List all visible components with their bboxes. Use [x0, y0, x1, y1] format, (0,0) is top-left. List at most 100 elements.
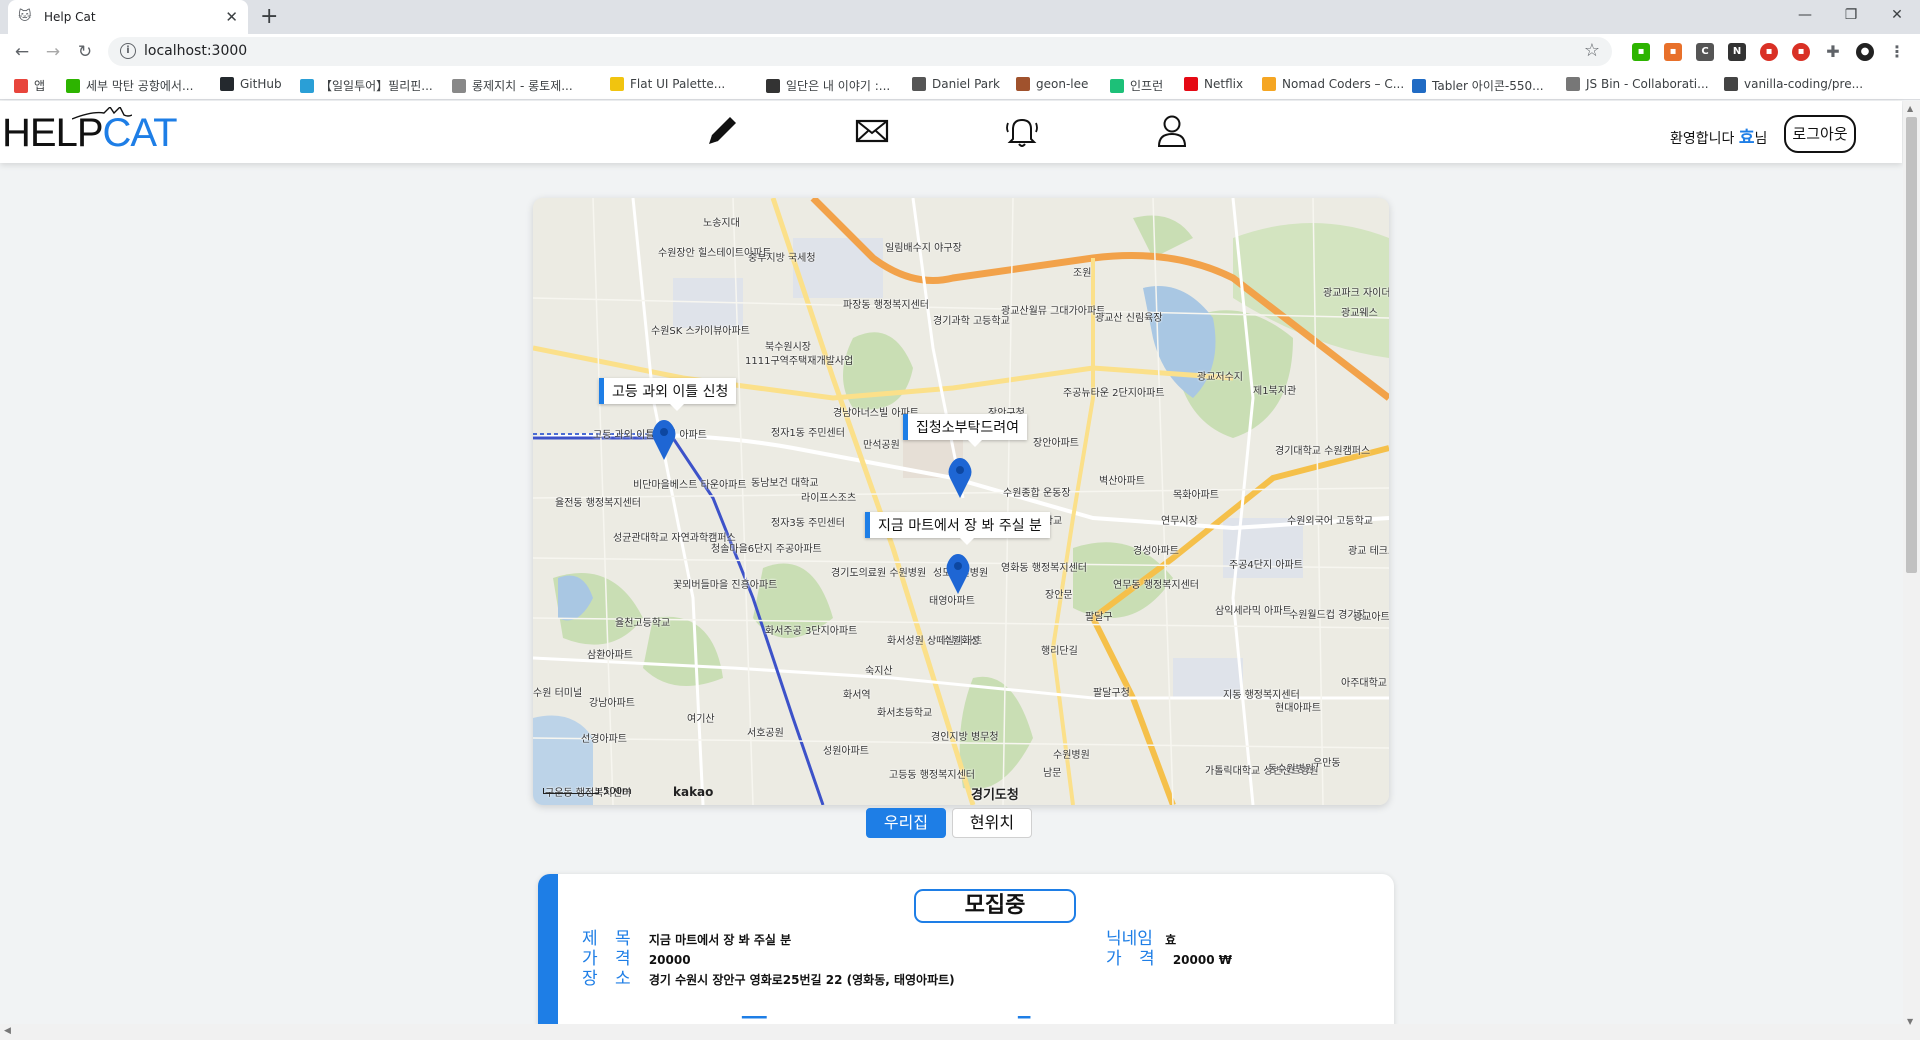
bookmark-item[interactable]: 【일일투어】필리핀...: [300, 77, 433, 94]
bookmark-favicon-icon: [300, 78, 314, 93]
scroll-left-icon[interactable]: ◀: [4, 1026, 11, 1036]
mail-icon[interactable]: [852, 113, 892, 149]
map-place-label: 광교웨스: [1341, 308, 1378, 319]
bookmark-item[interactable]: vanilla-coding/pre...: [1724, 77, 1863, 91]
address-bar[interactable]: i localhost:3000 ☆: [108, 37, 1612, 66]
map-scale: 500m: [543, 786, 632, 797]
close-window-icon[interactable]: ✕: [1874, 0, 1920, 34]
vertical-scrollbar[interactable]: ▲ ▼: [1903, 101, 1920, 1040]
bookmark-item[interactable]: GitHub: [220, 77, 282, 91]
map-place-label: 청솔마을6단지 주공아파트: [711, 544, 822, 555]
info-window-marker-1[interactable]: 고등 과외 이틀 신청: [599, 378, 737, 411]
extension-icon[interactable]: C: [1696, 43, 1714, 61]
bookmark-label: Tabler 아이콘-550...: [1432, 79, 1544, 93]
map-place-label: 아주대학교: [1341, 678, 1387, 689]
map-place-label: 광교산월뮤 그대가아파트: [1001, 306, 1106, 317]
user-nickname: 효: [1738, 128, 1755, 148]
map-place-label: 동남보건 대학교: [751, 478, 819, 489]
bookmark-favicon-icon: [1184, 77, 1198, 91]
minimize-icon[interactable]: —: [1782, 0, 1828, 34]
kakao-map[interactable]: 노송지대 수원장안 힐스테이트아파트 중부지방 국세청 일림배수지 야구장 파장동 행정…: [533, 198, 1389, 805]
menu-kebab-icon[interactable]: ⋮: [1888, 43, 1906, 61]
bookmark-item[interactable]: Flat UI Palette...: [610, 77, 725, 91]
scrollbar-thumb[interactable]: [1906, 117, 1917, 573]
bookmark-item[interactable]: 일단은 내 이야기 :...: [766, 77, 890, 94]
extension-icon[interactable]: N: [1728, 43, 1746, 61]
bookmark-item[interactable]: 세부 막탄 공항에서...: [66, 77, 193, 94]
bookmark-item[interactable]: 앱: [14, 77, 45, 94]
bookmark-item[interactable]: Tabler 아이콘-550...: [1412, 77, 1544, 94]
logout-button[interactable]: 로그아웃: [1784, 115, 1856, 153]
info-window-marker-2[interactable]: 집청소부탁드려여: [903, 414, 1028, 447]
request-card[interactable]: 모집중 제 목 지금 마트에서 장 봐 주실 분 가 격 20000 장 소 경…: [538, 874, 1394, 1040]
map-place-label: 동수원병원: [1268, 764, 1314, 775]
map-place-label: 꽃뫼버들마을 진흥아파트: [673, 580, 778, 591]
bookmark-item[interactable]: Nomad Coders – C...: [1262, 77, 1404, 91]
info-window-marker-3[interactable]: 지금 마트에서 장 봐 주실 분: [865, 512, 1050, 545]
map-place-label: 태영아파트: [929, 596, 975, 607]
puzzle-icon[interactable]: ✚: [1824, 43, 1842, 61]
map-marker-icon[interactable]: [651, 420, 677, 460]
map-place-label: 여기산: [687, 714, 715, 725]
card-place-row: 장 소 경기 수원시 장안구 영화로25번길 22 (영화동, 태영아파트): [582, 964, 955, 989]
bookmark-label: vanilla-coding/pre...: [1744, 77, 1864, 91]
price2-value: 20000 ₩: [1172, 953, 1232, 967]
map-place-label: 율천고등학교: [615, 618, 671, 629]
bookmark-item[interactable]: JS Bin - Collaborati...: [1566, 77, 1709, 91]
new-tab-icon[interactable]: +: [260, 4, 278, 29]
extension-icon[interactable]: ▪: [1792, 43, 1810, 61]
bookmark-favicon-icon: [912, 77, 926, 91]
pencil-icon[interactable]: [702, 113, 742, 149]
map-place-label: 정자3동 주민센터: [771, 518, 845, 529]
browser-toolbar: ← → ↻ i localhost:3000 ☆ ▪ ▪ C N ▪ ▪ ✚ ●…: [0, 34, 1920, 70]
bookmark-item[interactable]: Daniel Park: [912, 77, 1000, 91]
horizontal-scrollbar[interactable]: ◀: [0, 1024, 1903, 1040]
close-tab-icon[interactable]: ✕: [225, 8, 238, 26]
current-location-button[interactable]: 현위치: [952, 808, 1032, 838]
bookmark-label: Netflix: [1204, 77, 1244, 91]
cat-favicon-icon: 🐱: [18, 9, 32, 24]
forward-icon[interactable]: →: [41, 40, 65, 64]
site-info-icon[interactable]: i: [120, 43, 136, 59]
map-marker-icon[interactable]: [945, 554, 971, 594]
map-place-label: 경기도의료원 수원병원: [831, 568, 927, 579]
map-place-label: 경기과학 고등학교: [933, 316, 1010, 327]
bookmark-favicon-icon: [1262, 77, 1276, 91]
bookmark-label: 일단은 내 이야기 :...: [786, 79, 891, 93]
bookmark-item[interactable]: Netflix: [1184, 77, 1243, 91]
back-icon[interactable]: ←: [10, 40, 34, 64]
user-icon[interactable]: [1152, 113, 1192, 149]
extension-icon[interactable]: ▪: [1760, 43, 1778, 61]
bookmark-label: Nomad Coders – C...: [1282, 77, 1405, 91]
helpcat-logo[interactable]: HELPCAT: [2, 107, 178, 153]
bookmark-label: 롱제지치 - 롱토제...: [472, 79, 573, 93]
bookmark-favicon-icon: [1110, 78, 1124, 93]
bookmark-favicon-icon: [1566, 77, 1580, 91]
bookmark-item[interactable]: 인프런: [1110, 77, 1163, 94]
scroll-up-icon[interactable]: ▲: [1907, 104, 1913, 113]
map-place-label: 장안아파트: [1033, 438, 1079, 449]
extension-icon[interactable]: ▪: [1632, 43, 1650, 61]
honorific-text: 님: [1754, 131, 1768, 147]
map-place-label: 벽산아파트: [1099, 476, 1145, 487]
browser-tab[interactable]: 🐱 Help Cat ✕: [8, 0, 248, 34]
app-header: HELPCAT 환영합니다 효님 로그아웃: [0, 101, 1902, 163]
bookmark-item[interactable]: 롱제지치 - 롱토제...: [452, 77, 573, 94]
tab-title: Help Cat: [44, 10, 96, 24]
card-price2-row: 가 격 20000 ₩: [1106, 944, 1232, 969]
home-location-button[interactable]: 우리집: [866, 808, 946, 838]
extension-icon[interactable]: ▪: [1664, 43, 1682, 61]
bookmark-item[interactable]: geon-lee: [1016, 77, 1088, 91]
bookmark-favicon-icon: [66, 78, 80, 93]
map-place-label: 서호공원: [747, 728, 784, 739]
map-place-label: 수원화성: [943, 636, 980, 647]
bell-icon[interactable]: [1002, 113, 1042, 149]
scale-label: 500m: [603, 786, 632, 797]
reload-icon[interactable]: ↻: [73, 40, 97, 64]
profile-avatar[interactable]: ●: [1856, 43, 1874, 61]
map-place-label: 북수원시장: [765, 342, 811, 353]
scroll-down-icon[interactable]: ▼: [1907, 1017, 1913, 1026]
bookmark-star-icon[interactable]: ☆: [1584, 40, 1600, 61]
map-marker-icon[interactable]: [947, 458, 973, 498]
restore-icon[interactable]: ❐: [1828, 0, 1874, 34]
